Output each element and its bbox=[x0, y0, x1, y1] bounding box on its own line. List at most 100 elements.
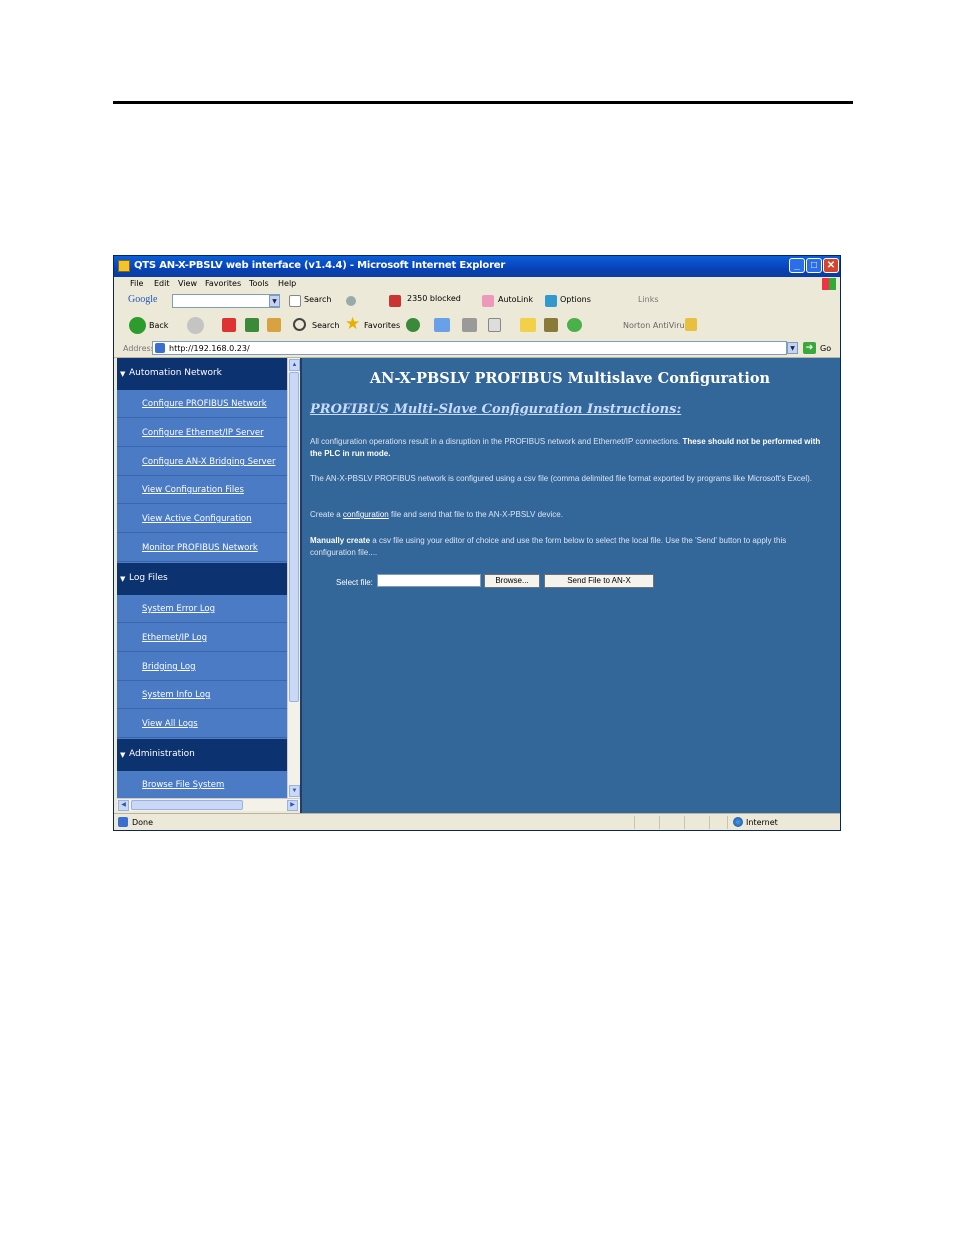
send-file-button[interactable]: Send File to AN-X bbox=[544, 574, 654, 588]
status-divider bbox=[684, 816, 685, 829]
norton-label: Norton AntiVirus bbox=[623, 321, 689, 330]
favorites-button[interactable]: Favorites bbox=[364, 321, 400, 330]
scroll-down-arrow-icon[interactable]: ▼ bbox=[289, 785, 300, 797]
nav-configure-profibus-network[interactable]: Configure PROFIBUS Network bbox=[117, 390, 287, 418]
address-dropdown-icon[interactable]: ▼ bbox=[787, 342, 798, 354]
print-icon[interactable] bbox=[462, 318, 477, 332]
instructions-heading[interactable]: PROFIBUS Multi-Slave Configuration Instr… bbox=[310, 402, 681, 417]
configuration-link[interactable]: configuration bbox=[343, 510, 389, 519]
address-input[interactable]: http://192.168.0.23/ bbox=[152, 341, 787, 355]
main-panel: AN-X-PBSLV PROFIBUS Multislave Configura… bbox=[300, 358, 840, 813]
back-arrow-icon[interactable] bbox=[129, 317, 146, 334]
section-log-files[interactable]: ▼ Log Files bbox=[117, 563, 287, 595]
windows-logo-icon bbox=[822, 278, 836, 290]
options-icon bbox=[545, 295, 557, 307]
search-button[interactable]: Search bbox=[312, 321, 339, 330]
nav-link-label[interactable]: Configure AN-X Bridging Server bbox=[142, 457, 275, 467]
maximize-button[interactable]: □ bbox=[806, 258, 822, 273]
news-icon[interactable] bbox=[346, 296, 356, 306]
nav-configure-ethernetip-server[interactable]: Configure Ethernet/IP Server bbox=[117, 419, 287, 447]
nav-link-label[interactable]: Ethernet/IP Log bbox=[142, 633, 207, 643]
nav-link-label[interactable]: Monitor PROFIBUS Network bbox=[142, 543, 258, 553]
nav-configure-bridging-server[interactable]: Configure AN-X Bridging Server bbox=[117, 448, 287, 476]
scroll-up-arrow-icon[interactable]: ▲ bbox=[289, 359, 300, 371]
google-search-input[interactable] bbox=[172, 294, 280, 308]
window-title: QTS AN-X-PBSLV web interface (v1.4.4) - … bbox=[134, 260, 506, 271]
status-divider bbox=[727, 816, 728, 829]
go-arrow-icon[interactable]: ➔ bbox=[803, 342, 816, 354]
scroll-right-arrow-icon[interactable]: ▶ bbox=[287, 800, 298, 811]
nav-link-label[interactable]: System Error Log bbox=[142, 604, 215, 614]
section-title: Log Files bbox=[129, 573, 168, 583]
google-logo[interactable]: Google bbox=[128, 294, 157, 305]
norton-icon[interactable] bbox=[685, 318, 697, 331]
go-button[interactable]: Go bbox=[820, 344, 831, 353]
browse-button[interactable]: Browse... bbox=[484, 574, 540, 588]
refresh-icon[interactable] bbox=[245, 318, 259, 332]
back-button[interactable]: Back bbox=[149, 321, 168, 330]
internet-globe-icon bbox=[733, 817, 743, 827]
history-icon[interactable] bbox=[406, 318, 420, 332]
close-button[interactable]: ✕ bbox=[823, 258, 839, 273]
messenger-icon[interactable] bbox=[567, 318, 582, 332]
section-administration[interactable]: ▼ Administration bbox=[117, 739, 287, 771]
section-automation-network[interactable]: ▼ Automation Network bbox=[117, 358, 287, 390]
nav-view-all-logs[interactable]: View All Logs bbox=[117, 710, 287, 738]
links-label[interactable]: Links bbox=[638, 295, 659, 304]
google-g-icon bbox=[289, 295, 301, 307]
address-label: Address bbox=[123, 344, 155, 353]
status-bar: Done Internet bbox=[114, 813, 840, 830]
scroll-left-arrow-icon[interactable]: ◀ bbox=[118, 800, 129, 811]
manual-bold-text: Manually create bbox=[310, 536, 371, 545]
nav-system-error-log[interactable]: System Error Log bbox=[117, 595, 287, 623]
home-icon[interactable] bbox=[267, 318, 281, 332]
nav-link-label[interactable]: View Active Configuration bbox=[142, 514, 252, 524]
nav-link-label[interactable]: Configure PROFIBUS Network bbox=[142, 399, 267, 409]
nav-bridging-log[interactable]: Bridging Log bbox=[117, 653, 287, 681]
research-icon[interactable] bbox=[544, 318, 558, 332]
popup-blocked-count[interactable]: 2350 blocked bbox=[407, 294, 461, 303]
google-dropdown-icon[interactable]: ▼ bbox=[269, 295, 280, 307]
nav-browse-file-system[interactable]: Browse File System bbox=[117, 771, 287, 798]
nav-link-label[interactable]: View All Logs bbox=[142, 719, 198, 729]
minimize-button[interactable]: _ bbox=[789, 258, 805, 273]
status-divider bbox=[659, 816, 660, 829]
autolink-button[interactable]: AutoLink bbox=[498, 295, 533, 304]
nav-link-label[interactable]: View Configuration Files bbox=[142, 485, 244, 495]
page-header-rule bbox=[113, 101, 853, 104]
options-button[interactable]: Options bbox=[560, 295, 591, 304]
menu-file[interactable]: File bbox=[130, 279, 143, 288]
forward-arrow-icon[interactable] bbox=[187, 317, 204, 334]
google-search-button[interactable]: Search bbox=[304, 295, 331, 304]
autolink-icon bbox=[482, 295, 494, 307]
favorites-star-icon[interactable]: ★ bbox=[345, 316, 362, 333]
nav-link-label[interactable]: Configure Ethernet/IP Server bbox=[142, 428, 264, 438]
create-paragraph: Create a configuration file and send tha… bbox=[310, 509, 832, 521]
app-icon bbox=[118, 260, 130, 272]
nav-system-info-log[interactable]: System Info Log bbox=[117, 681, 287, 709]
file-path-input[interactable] bbox=[377, 574, 481, 587]
menu-edit[interactable]: Edit bbox=[154, 279, 170, 288]
nav-ethernetip-log[interactable]: Ethernet/IP Log bbox=[117, 624, 287, 652]
nav-link-label[interactable]: System Info Log bbox=[142, 690, 210, 700]
nav-link-label[interactable]: Bridging Log bbox=[142, 662, 196, 672]
menu-tools[interactable]: Tools bbox=[249, 279, 269, 288]
search-icon[interactable] bbox=[293, 318, 306, 331]
scroll-thumb[interactable] bbox=[289, 372, 299, 702]
sidebar-horizontal-scrollbar[interactable]: ◀ ▶ bbox=[117, 798, 300, 811]
hscroll-thumb[interactable] bbox=[131, 800, 243, 810]
stop-icon[interactable] bbox=[222, 318, 236, 332]
nav-view-active-configuration[interactable]: View Active Configuration bbox=[117, 505, 287, 533]
manual-text: a csv file using your editor of choice a… bbox=[310, 536, 787, 557]
create-text-post: file and send that file to the AN-X-PBSL… bbox=[390, 510, 563, 519]
edit-icon[interactable] bbox=[488, 318, 501, 332]
nav-monitor-profibus-network[interactable]: Monitor PROFIBUS Network bbox=[117, 534, 287, 562]
menu-favorites[interactable]: Favorites bbox=[205, 279, 241, 288]
nav-view-configuration-files[interactable]: View Configuration Files bbox=[117, 476, 287, 504]
mail-icon[interactable] bbox=[434, 318, 450, 332]
sidebar-vertical-scrollbar[interactable]: ▲ ▼ bbox=[287, 358, 300, 798]
nav-link-label[interactable]: Browse File System bbox=[142, 780, 224, 790]
menu-view[interactable]: View bbox=[178, 279, 197, 288]
menu-help[interactable]: Help bbox=[278, 279, 296, 288]
discuss-icon[interactable] bbox=[520, 318, 536, 332]
